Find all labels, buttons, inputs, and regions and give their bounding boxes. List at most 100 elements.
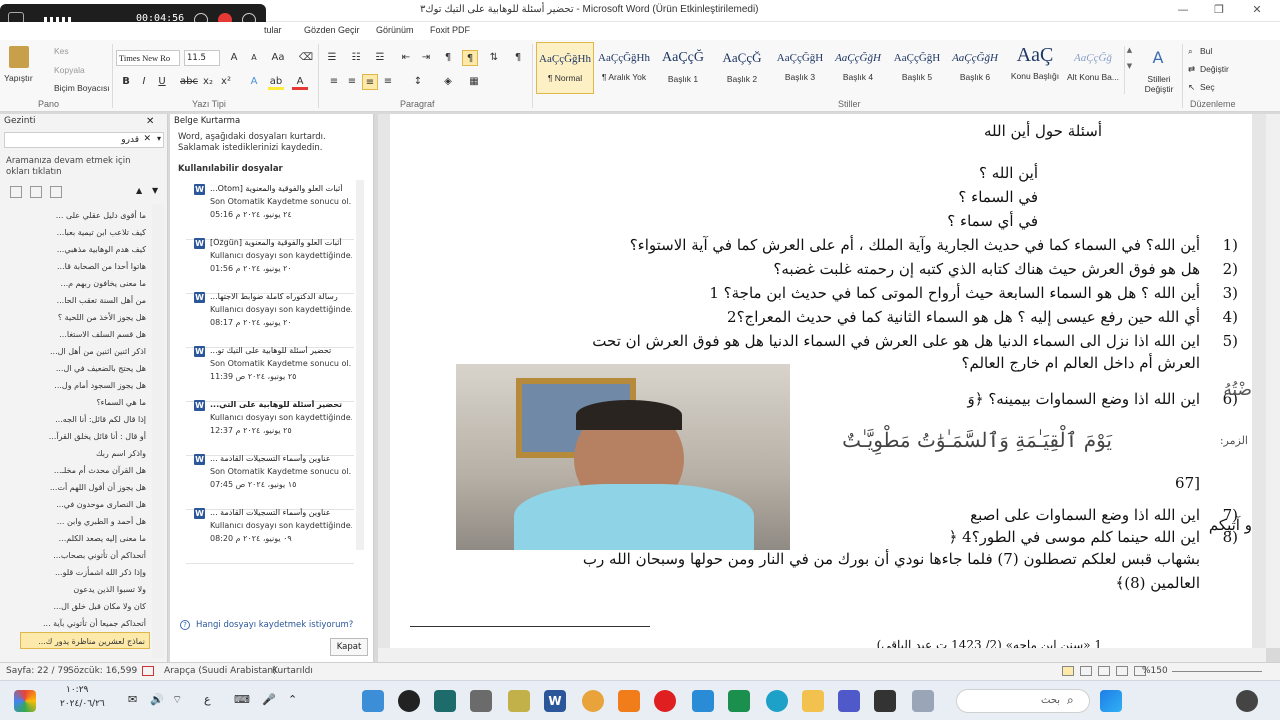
style-title[interactable]: AaÇ Konu Başlığı [1006, 42, 1064, 94]
sort-icon[interactable]: ⇅ [486, 50, 502, 66]
italic-icon[interactable]: I [136, 74, 152, 90]
teams-icon[interactable] [838, 690, 860, 712]
close-icon[interactable]: ✕ [146, 116, 154, 127]
show-marks-icon[interactable]: ¶ [510, 50, 526, 66]
copy-button[interactable]: Kopyala [54, 65, 85, 75]
text-effects-icon[interactable]: A [246, 74, 262, 90]
nav-scrollbar[interactable] [152, 204, 164, 658]
subscript-icon[interactable]: x₂ [200, 74, 216, 90]
full-screen-icon[interactable] [1080, 666, 1092, 676]
select-icon[interactable]: ↖ [1188, 82, 1195, 93]
nav-heading-item[interactable]: هل النصارى موحدون في... [20, 496, 150, 513]
speaker-icon[interactable]: 🔊 [150, 693, 164, 706]
nav-heading-item[interactable]: واذكر اسم ربك [20, 445, 150, 462]
clock-date[interactable]: ٢٠٢٤/٠٦/٢٦ [60, 699, 105, 709]
recovery-scrollbar[interactable] [356, 180, 364, 550]
find-icon[interactable]: ⌕ [1188, 46, 1193, 57]
tab-foxit-pdf[interactable]: Foxit PDF [430, 25, 470, 35]
taskbar-search-box[interactable]: بحث ⌕ [956, 689, 1090, 713]
shrink-font-icon[interactable]: A [246, 50, 262, 66]
style-normal[interactable]: AaÇçĞğHh ¶ Normal [536, 42, 594, 94]
recovered-file-item[interactable]: W رسالة الدكتوراه كاملة ضوابط الاجتها... K… [186, 290, 354, 348]
style-heading-4[interactable]: AaÇçĞğH Başlık 4 [829, 42, 887, 94]
chat-icon[interactable]: ✉ [128, 693, 137, 706]
nav-heading-item[interactable]: ولا تسبوا الذين يدعون [20, 581, 150, 598]
close-recovery-button[interactable]: Kapat [330, 638, 368, 656]
account-icon[interactable] [1236, 690, 1258, 712]
decrease-indent-icon[interactable]: ⇤ [398, 50, 414, 66]
recovered-file-item[interactable]: W تحضير أسئلة للوهابية على التي... Kullanı… [186, 398, 354, 456]
nav-heading-item[interactable]: هل يجوز أن أقول اللهم أت... [20, 479, 150, 496]
nav-heading-item[interactable]: هل يجوز السجود أمام ول... [20, 377, 150, 394]
align-right-icon[interactable]: ≡ [362, 74, 378, 90]
copilot-icon[interactable] [14, 690, 36, 712]
file-explorer-icon[interactable] [802, 690, 824, 712]
nav-heading-item[interactable]: وإذا ذكر الله اشمأزت قلو... [20, 564, 150, 581]
replace-icon[interactable]: ⇄ [1188, 64, 1195, 75]
ltr-icon[interactable]: ¶ [440, 50, 456, 66]
nav-heading-item[interactable]: هل أحمد و الطبري وابن ... [20, 513, 150, 530]
start-icon[interactable] [1100, 690, 1122, 712]
tab-mailings[interactable]: tular [264, 25, 282, 35]
help-link[interactable]: Hangi dosyayı kaydetmek istiyorum? [196, 620, 353, 630]
store-icon[interactable] [728, 690, 750, 712]
nav-heading-item[interactable]: هل يحتج بالضعيف في ال... [20, 360, 150, 377]
pages-view-icon[interactable] [30, 186, 42, 198]
word-count[interactable]: Sözcük: 16,599 [68, 666, 137, 676]
clear-search-icon[interactable]: ✕ [143, 134, 151, 144]
rtl-icon[interactable]: ¶ [462, 50, 478, 66]
nav-heading-item[interactable]: من أهل السنة تعقب الحا... [20, 292, 150, 309]
style-heading-6[interactable]: AaÇçĞğH Başlık 6 [946, 42, 1004, 94]
font-size-combo[interactable]: 11.5 [184, 50, 220, 66]
style-no-spacing[interactable]: AaÇçĞğHh ¶ Aralık Yok [595, 42, 653, 94]
wifi-icon[interactable]: ⌔ [172, 693, 182, 707]
zoom-level[interactable]: %150 [1142, 666, 1168, 676]
close-button[interactable]: ✕ [1242, 3, 1272, 19]
settings-app-icon[interactable] [470, 690, 492, 712]
bold-icon[interactable]: B [118, 74, 134, 90]
search-app-icon[interactable] [582, 690, 604, 712]
maximize-button[interactable]: ❐ [1204, 3, 1234, 19]
nav-heading-item[interactable]: أتحداكم أن تأتوني بصحاب... [20, 547, 150, 564]
minimize-button[interactable]: — [1168, 3, 1198, 19]
nav-heading-item[interactable]: هل يجوز الأخذ من اللحية ؟ [20, 309, 150, 326]
underline-icon[interactable]: U [154, 74, 170, 90]
proofing-icon[interactable] [142, 666, 154, 676]
mail-icon[interactable] [692, 690, 714, 712]
nav-heading-item[interactable]: ما هي السماء؟ [20, 394, 150, 411]
numbering-icon[interactable]: ☷ [348, 50, 364, 66]
recovered-file-item[interactable]: W عناوين وأسماء التسجيلات القادمة ... Kull… [186, 506, 354, 564]
print-layout-icon[interactable] [1062, 666, 1074, 676]
nav-heading-item[interactable]: أو قال : أنا قائل يخلق القرآ... [20, 428, 150, 445]
select-button[interactable]: Seç [1200, 82, 1215, 92]
prev-result-icon[interactable]: ▲ [136, 186, 142, 195]
search-input[interactable]: قدرو ✕ ▾ [4, 132, 164, 148]
page-count[interactable]: Sayfa: 22 / 79 [6, 666, 69, 676]
bullets-icon[interactable]: ☰ [324, 50, 340, 66]
find-button[interactable]: Bul [1200, 46, 1212, 56]
change-styles-icon[interactable]: A [1148, 48, 1168, 68]
chevron-down-icon[interactable]: ▾ [157, 134, 161, 143]
task-view-icon[interactable] [874, 690, 896, 712]
paste-icon[interactable] [9, 46, 29, 68]
nav-heading-item[interactable]: كيف هدم الوهابية مذهبي... [20, 241, 150, 258]
style-heading-5[interactable]: AaÇçĞğH Başlık 5 [888, 42, 946, 94]
edge-icon[interactable] [766, 690, 788, 712]
vlc-icon[interactable] [618, 690, 640, 712]
highlight-icon[interactable]: ab [268, 74, 284, 90]
style-heading-3[interactable]: AaÇçĞğH Başlık 3 [771, 42, 829, 94]
keyboard-icon[interactable]: ⌨ [234, 693, 250, 706]
widgets-icon[interactable] [912, 690, 934, 712]
nav-heading-item[interactable]: كان ولا مكان قبل خلق ال... [20, 598, 150, 615]
superscript-icon[interactable]: x² [218, 74, 234, 90]
nav-heading-item[interactable]: نماذج لعشرين مناظرة يدور ك... [20, 632, 150, 649]
strikethrough-icon[interactable]: abc [180, 74, 198, 90]
change-styles-button[interactable]: Stilleri Değiştir [1140, 74, 1178, 94]
next-result-icon[interactable]: ▼ [152, 186, 158, 195]
nav-heading-item[interactable]: إذا قال لكم قائل: أنا الجه... [20, 411, 150, 428]
nav-heading-item[interactable]: اذكر اثنين اثنين من أهل ال... [20, 343, 150, 360]
line-spacing-icon[interactable]: ↕ [410, 74, 426, 90]
borders-icon[interactable]: ▦ [466, 74, 482, 90]
notes-app-icon[interactable] [508, 690, 530, 712]
clock-time[interactable]: ١٠:٢٩ [66, 685, 88, 695]
